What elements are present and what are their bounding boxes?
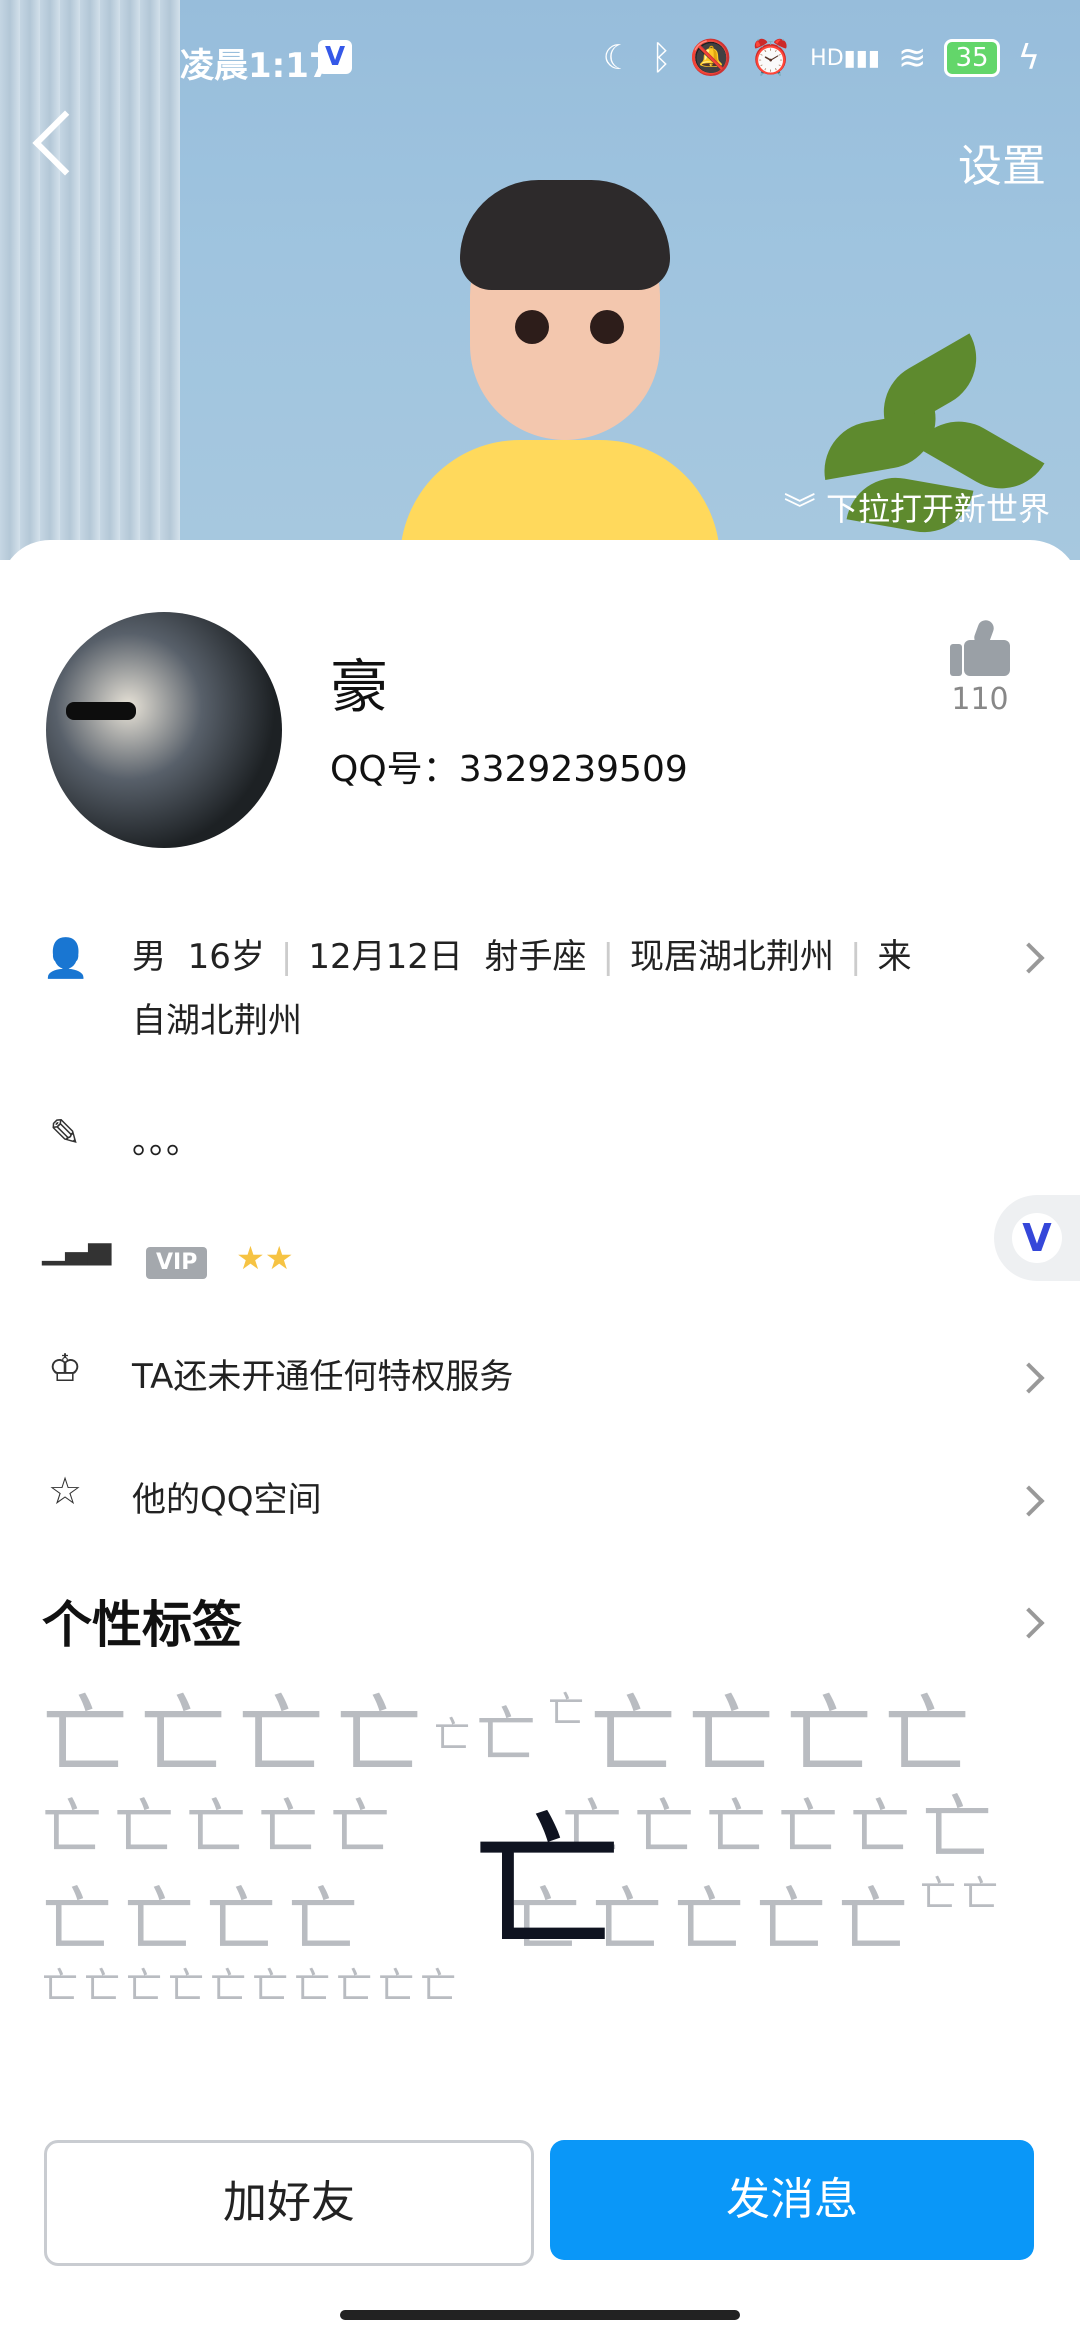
basic-info-text: 男 16岁 | 12月12日 射手座 | 现居湖北荆州 | 来 自湖北荆州 bbox=[132, 937, 912, 1041]
avatar[interactable] bbox=[46, 612, 282, 848]
settings-button[interactable]: 设置 bbox=[958, 130, 1046, 194]
thumbs-up-icon bbox=[950, 618, 1010, 676]
alarm-icon: ⏰ bbox=[749, 38, 793, 78]
level-badges: VIP ★★ bbox=[146, 1226, 294, 1290]
pencil-icon: ✎ bbox=[49, 1111, 81, 1155]
pull-down-hint: ︾ 下拉打开新世界 bbox=[783, 490, 1050, 528]
home-indicator[interactable] bbox=[340, 2310, 740, 2320]
featured-tag: 亡 bbox=[472, 1798, 635, 1972]
signature-text: 。。。 bbox=[132, 1122, 200, 1162]
qq-value: 3329239509 bbox=[458, 749, 688, 790]
personal-tags-cloud[interactable]: 亡亡亡亡 亡 亡 亡 亡亡亡亡 亡亡亡亡亡 亡亡亡亡亡 亡亡亡亡亡 亡亡亡亡亡 … bbox=[42, 1690, 1038, 2100]
nickname: 豪 bbox=[330, 653, 389, 721]
chevron-right-icon bbox=[1013, 1485, 1045, 1517]
send-message-button[interactable]: 发消息 bbox=[550, 2140, 1034, 2260]
battery-icon: 35 bbox=[944, 39, 1000, 77]
privilege-text: TA还未开通任何特权服务 bbox=[132, 1357, 514, 1397]
star-level-icon: ★★ bbox=[236, 1239, 294, 1277]
status-time: 凌晨1:17 bbox=[180, 46, 333, 86]
signal-icon: HD▮▮▮ bbox=[810, 45, 880, 71]
moon-icon: ☾ bbox=[602, 38, 634, 78]
vip-badge: VIP bbox=[146, 1247, 208, 1279]
person-icon: 👤 bbox=[42, 936, 90, 980]
status-icons: ☾ ᛒ 🔕 ⏰ HD▮▮▮ ≋ 35 ϟ bbox=[603, 38, 1040, 78]
like-button[interactable]: 110 bbox=[920, 618, 1040, 717]
floating-app-button[interactable]: V bbox=[994, 1195, 1080, 1281]
like-count: 110 bbox=[951, 682, 1009, 717]
qq-number: QQ号：3329239509 bbox=[330, 749, 688, 790]
add-friend-button[interactable]: 加好友 bbox=[44, 2140, 534, 2266]
qzone-star-icon: ☆ bbox=[47, 1469, 83, 1513]
wifi-icon: ≋ bbox=[897, 38, 927, 78]
qzone-text: 他的QQ空间 bbox=[132, 1480, 322, 1520]
qzone-row[interactable]: ☆ 他的QQ空间 bbox=[0, 1468, 1080, 1532]
chevron-right-icon bbox=[1013, 942, 1045, 974]
basic-info-row[interactable]: 👤 男 16岁 | 12月12日 射手座 | 现居湖北荆州 | 来 自湖北荆州 bbox=[0, 925, 1080, 1065]
qq-label: QQ号 bbox=[330, 749, 423, 790]
chevron-right-icon bbox=[1013, 1362, 1045, 1394]
level-chart-icon: ▁▃▅ bbox=[42, 1231, 112, 1266]
privilege-row[interactable]: ♔ TA还未开通任何特权服务 bbox=[0, 1345, 1080, 1409]
bluetooth-icon: ᛒ bbox=[651, 38, 672, 78]
mute-icon: 🔕 bbox=[689, 38, 732, 78]
signature-row[interactable]: ✎ 。。。 bbox=[0, 1110, 1080, 1174]
tags-title: 个性标签 bbox=[42, 1596, 242, 1654]
level-row[interactable]: ▁▃▅ VIP ★★ bbox=[0, 1226, 1080, 1290]
status-bar: 凌晨1:17 V ☾ ᛒ 🔕 ⏰ HD▮▮▮ ≋ 35 ϟ bbox=[0, 30, 1080, 90]
profile-cover[interactable]: 凌晨1:17 V ☾ ᛒ 🔕 ⏰ HD▮▮▮ ≋ 35 ϟ 设置 ︾ 下拉打开新… bbox=[0, 0, 1080, 560]
crown-icon: ♔ bbox=[47, 1346, 83, 1390]
3d-avatar-figure bbox=[400, 170, 720, 560]
app-notification-icon: V bbox=[318, 40, 352, 74]
charging-icon: ϟ bbox=[1017, 38, 1040, 78]
